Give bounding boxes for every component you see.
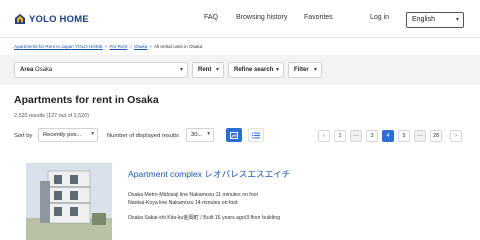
breadcrumb-osaka[interactable]: Osaka [134, 44, 147, 49]
grid-view-icon [230, 131, 238, 139]
list-view-button[interactable] [248, 128, 264, 142]
pagination-page-last[interactable]: 28 [430, 130, 442, 142]
breadcrumb: Apartments for Rent in Japan YOLO HOME > F… [14, 44, 202, 49]
pagination-page-first[interactable]: 1 [334, 130, 346, 142]
apartment-building-image [26, 163, 112, 240]
chevron-down-icon: ▾ [275, 67, 279, 73]
sort-label: Sort by [14, 133, 33, 139]
display-count-value: 30... [191, 132, 203, 138]
breadcrumb-home[interactable]: Apartments for Rent in Japan YOLO HOME [14, 44, 103, 49]
refine-search-filter[interactable]: Refine search ▾ [228, 62, 284, 78]
breadcrumb-current: All rental units in Osaka [154, 44, 203, 49]
filter-label: Filter [294, 67, 309, 73]
pagination-ellipsis: ··· [414, 130, 426, 142]
chevron-down-icon: ▾ [455, 17, 459, 23]
chevron-down-icon: ▾ [207, 131, 210, 137]
nav-favorites[interactable]: Favorites [304, 14, 333, 21]
area-filter-label: Area [20, 67, 34, 73]
area-filter-value: Osaka [35, 67, 53, 73]
filter-bar: Area Osaka ▾ Rent ▾ Refine search ▾ Filt… [0, 55, 480, 85]
sort-select[interactable]: Recently pos... ▾ [38, 128, 98, 142]
filter-button[interactable]: Filter ▾ [288, 62, 322, 78]
yolo-home-logo-icon [15, 14, 25, 24]
chevron-left-icon: ‹ [323, 133, 325, 139]
brand-name: YOLO HOME [29, 13, 89, 25]
breadcrumb-separator: > [149, 44, 152, 49]
pagination-page-current[interactable]: 4 [382, 130, 394, 142]
list-view-icon [252, 132, 260, 138]
chevron-right-icon: › [455, 133, 457, 139]
breadcrumb-separator: > [104, 44, 108, 49]
pagination-page[interactable]: 3 [366, 130, 378, 142]
nav-log-in[interactable]: Log in [370, 14, 389, 21]
listing-address: Osaka Sakai-shi Kita-ku金岡町 / Built 16 ye… [128, 215, 280, 221]
language-value: English [412, 16, 435, 23]
refine-search-label: Refine search [234, 67, 274, 73]
nav-browsing-history[interactable]: Browsing history [236, 14, 287, 21]
grid-view-button[interactable] [226, 128, 242, 142]
chevron-down-icon: ▾ [313, 67, 317, 73]
brand-logo[interactable]: YOLO HOME [14, 12, 89, 26]
chevron-down-icon: ▾ [215, 67, 219, 73]
pagination-next[interactable]: › [450, 130, 462, 142]
result-count: 2,520 results (127 out of 2,520) [14, 113, 89, 119]
pagination-page[interactable]: 5 [398, 130, 410, 142]
listing-photo[interactable] [26, 163, 112, 240]
rent-filter-label: Rent [198, 67, 212, 73]
chevron-down-icon: ▾ [179, 67, 183, 73]
chevron-down-icon: ▾ [91, 131, 94, 137]
pagination-prev[interactable]: ‹ [318, 130, 330, 142]
language-select[interactable]: English ▾ [406, 12, 464, 28]
area-filter[interactable]: Area Osaka ▾ [14, 62, 188, 78]
sort-value: Recently pos... [43, 132, 82, 138]
display-count-select[interactable]: 30... ▾ [186, 128, 214, 142]
page-title: Apartments for rent in Osaka [14, 94, 159, 106]
breadcrumb-for-rent[interactable]: For Rent [109, 44, 127, 49]
rent-filter[interactable]: Rent ▾ [192, 62, 224, 78]
listing-access-1: Osaka Metro-Midosuji line Nakamozu 11 mi… [128, 192, 258, 198]
listing-access-2: Nankai-Koya line Nakamozu 14 minutes on … [128, 200, 238, 206]
nav-faq[interactable]: FAQ [204, 14, 218, 21]
breadcrumb-separator: > [129, 44, 133, 49]
listing-title[interactable]: Apartment complex レオパレスエスエイチ [128, 168, 290, 180]
pagination-ellipsis: ··· [350, 130, 362, 142]
display-count-label: Number of displayed results [107, 133, 179, 139]
site-header: YOLO HOME FAQ Browsing history Favorites… [0, 0, 480, 38]
